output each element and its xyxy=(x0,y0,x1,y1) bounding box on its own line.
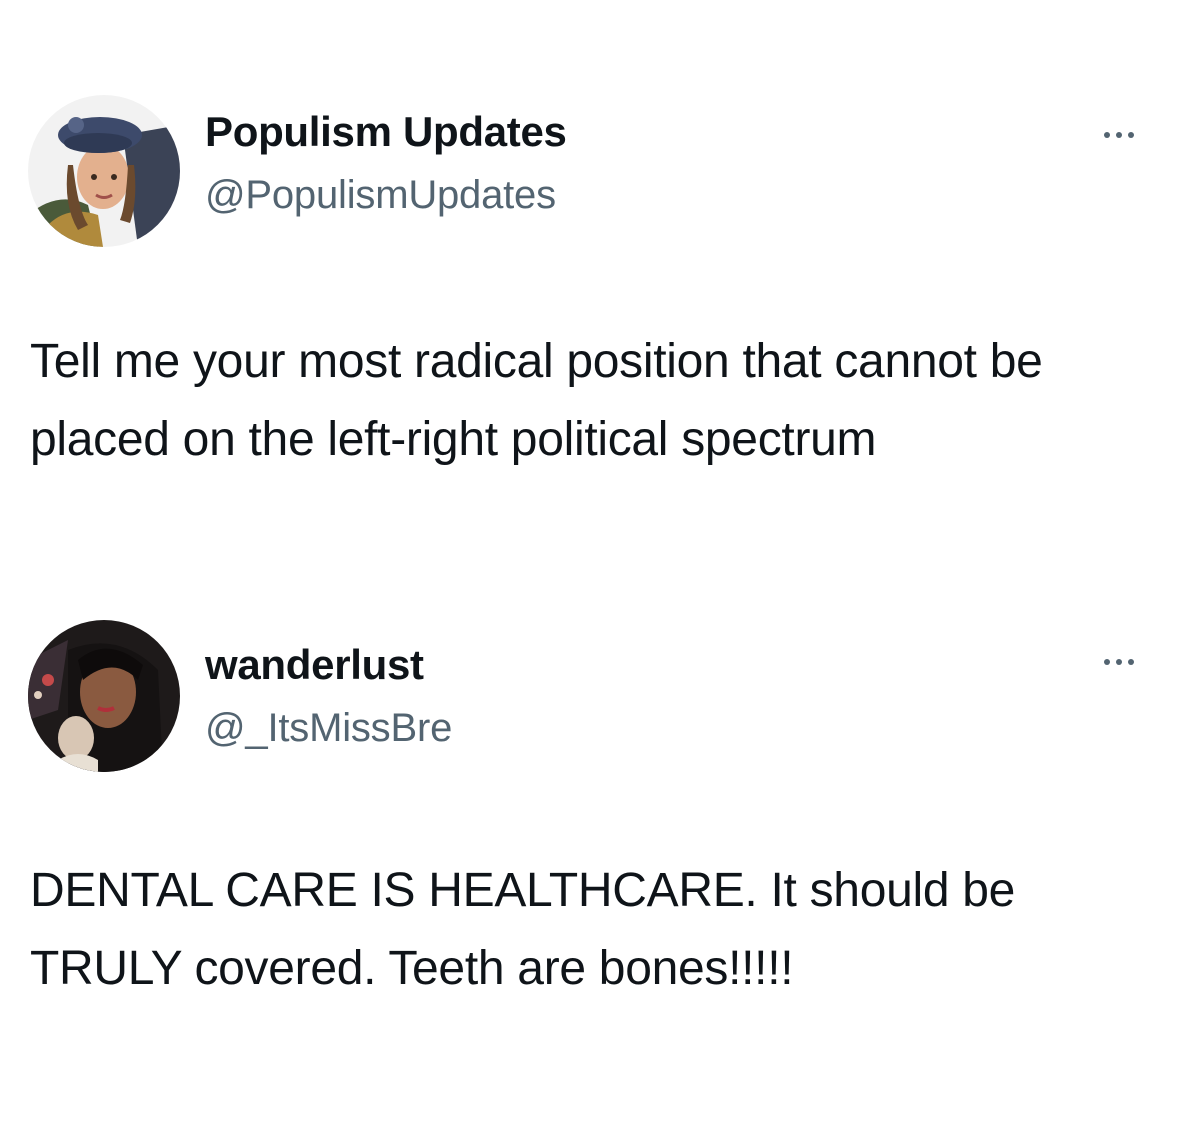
more-options-button[interactable] xyxy=(1089,115,1149,155)
user-handle[interactable]: @_ItsMissBre xyxy=(205,704,452,752)
tweet-text: Tell me your most radical position that … xyxy=(30,335,1043,466)
more-dot xyxy=(1116,659,1122,665)
more-horizontal-icon xyxy=(1104,659,1110,665)
user-handle[interactable]: @PopulismUpdates xyxy=(205,171,556,219)
more-dot xyxy=(1128,132,1134,138)
display-name[interactable]: wanderlust xyxy=(205,640,424,690)
more-horizontal-icon xyxy=(1104,132,1110,138)
profile-photo-icon xyxy=(28,620,180,772)
avatar[interactable] xyxy=(28,95,180,247)
tweet-text: DENTAL CARE IS HEALTHCARE. It should be … xyxy=(30,864,1016,995)
more-dot xyxy=(1116,132,1122,138)
profile-photo-icon xyxy=(28,95,180,247)
avatar[interactable] xyxy=(28,620,180,772)
display-name[interactable]: Populism Updates xyxy=(205,107,567,157)
more-options-button[interactable] xyxy=(1089,642,1149,682)
more-dot xyxy=(1128,659,1134,665)
